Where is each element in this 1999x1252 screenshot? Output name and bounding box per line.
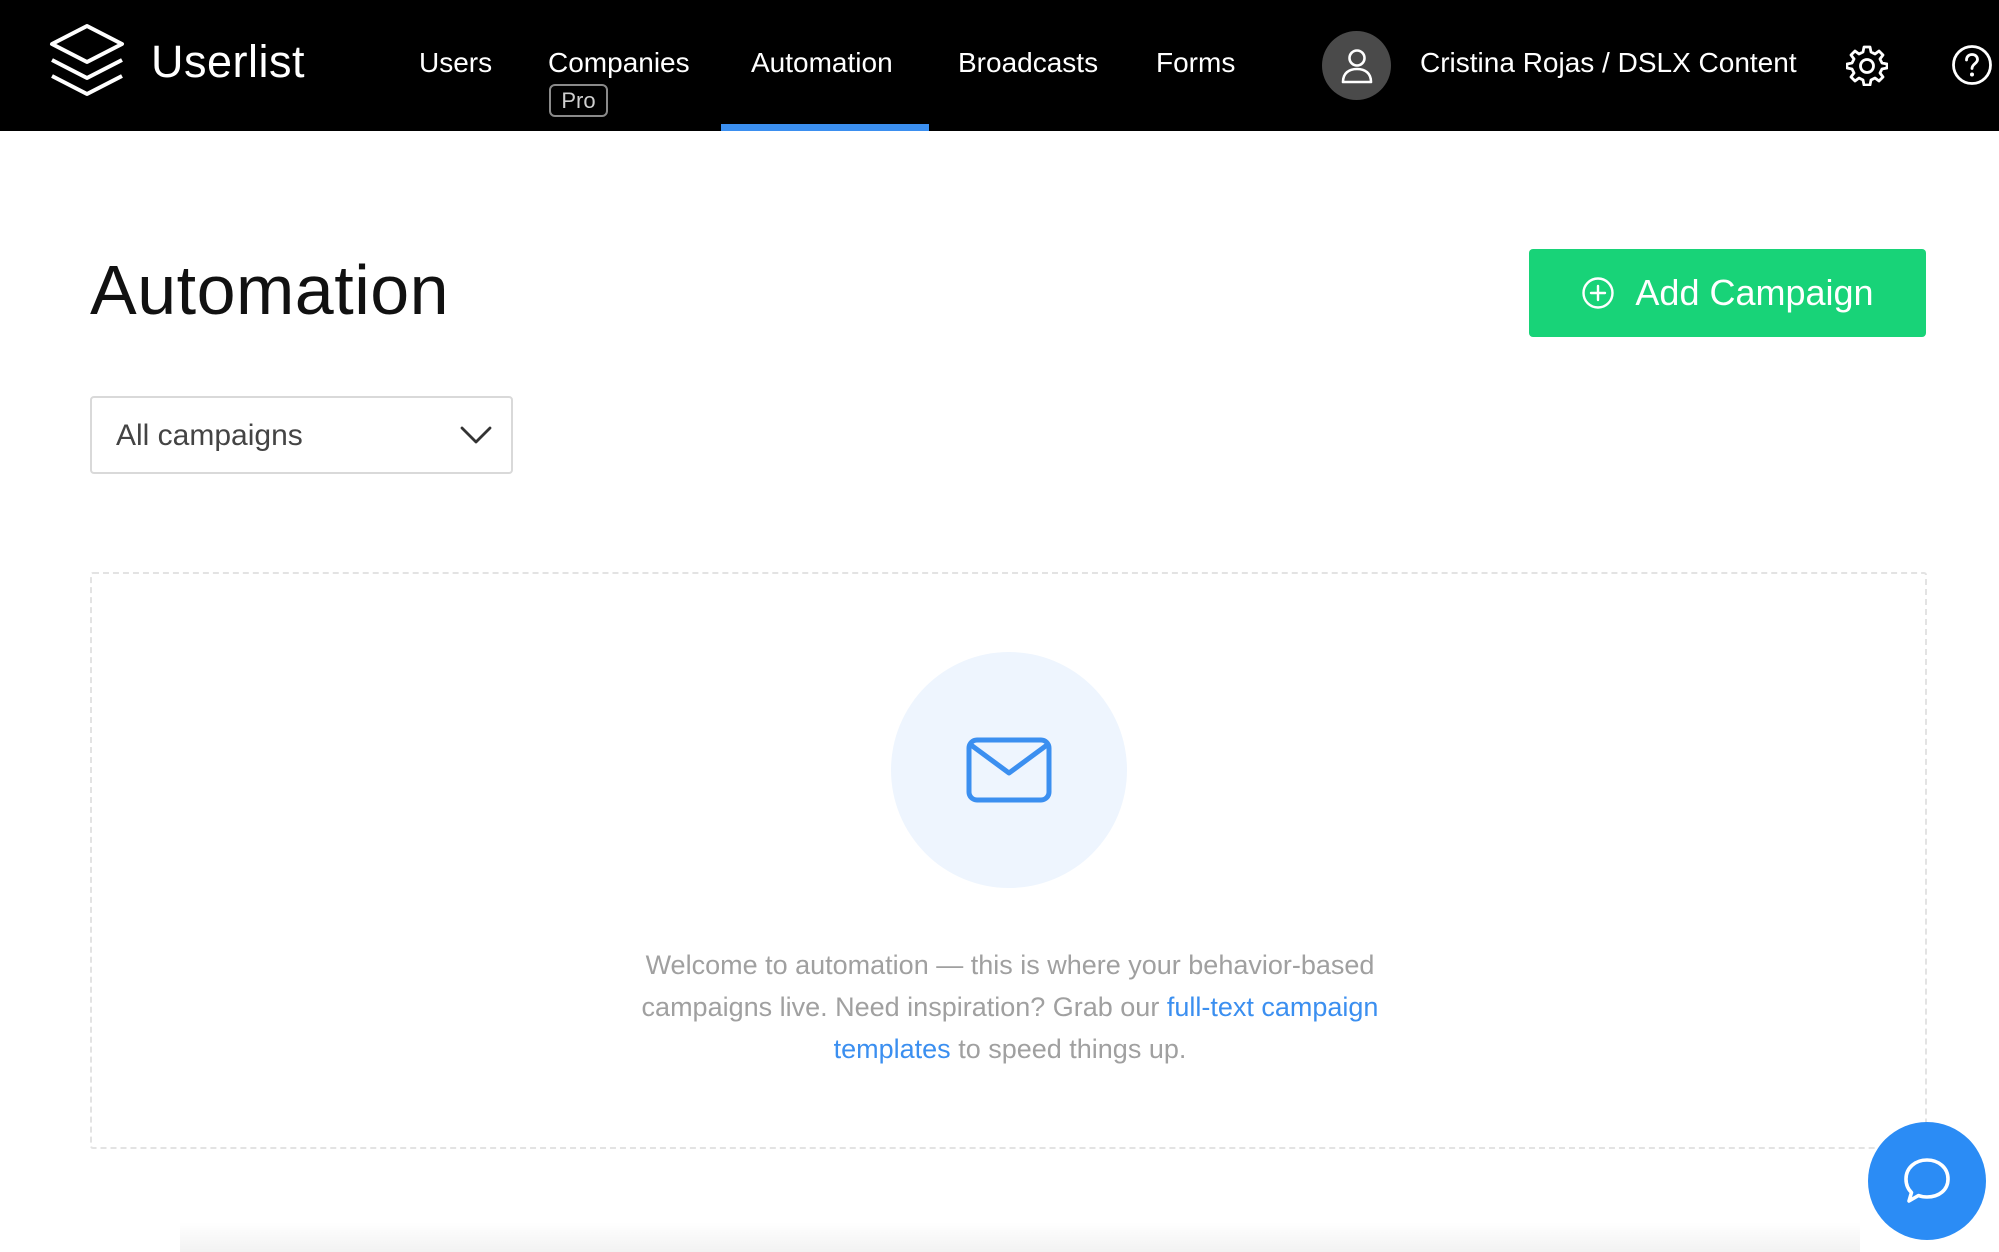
nav-item-forms[interactable]: Forms: [1156, 47, 1235, 79]
pro-badge: Pro: [549, 84, 608, 117]
active-tab-indicator: [721, 124, 929, 131]
nav-item-companies[interactable]: Companies: [548, 47, 690, 79]
avatar[interactable]: [1322, 31, 1391, 100]
add-campaign-button[interactable]: Add Campaign: [1529, 249, 1926, 337]
account-switcher[interactable]: Cristina Rojas / DSLX Content: [1420, 47, 1797, 79]
brand-name[interactable]: Userlist: [151, 36, 305, 88]
page-title: Automation: [90, 251, 450, 329]
chat-bubble-icon: [1904, 1158, 1950, 1203]
empty-state-illustration: [891, 652, 1127, 888]
top-navigation-bar: Userlist Users Companies Pro Automation …: [0, 0, 1999, 131]
nav-item-users[interactable]: Users: [419, 47, 492, 79]
plus-circle-icon: [1582, 277, 1615, 309]
chevron-down-icon: [460, 426, 492, 444]
layers-logo-icon[interactable]: [48, 22, 126, 102]
campaign-filter-select[interactable]: All campaigns: [90, 396, 513, 474]
nav-item-automation[interactable]: Automation: [751, 47, 893, 79]
chat-launcher-button[interactable]: [1868, 1122, 1986, 1240]
empty-state-message: Welcome to automation — this is where yo…: [630, 944, 1390, 1070]
empty-state-text-after: to speed things up.: [950, 1034, 1187, 1064]
user-icon: [1341, 48, 1372, 83]
gear-icon[interactable]: [1846, 44, 1888, 86]
nav-item-broadcasts[interactable]: Broadcasts: [958, 47, 1098, 79]
campaign-filter-value: All campaigns: [116, 419, 303, 452]
add-campaign-label: Add Campaign: [1635, 272, 1874, 313]
mail-icon: [966, 737, 1052, 803]
bottom-shadow: [180, 1222, 1860, 1252]
question-circle-icon[interactable]: [1951, 44, 1993, 86]
